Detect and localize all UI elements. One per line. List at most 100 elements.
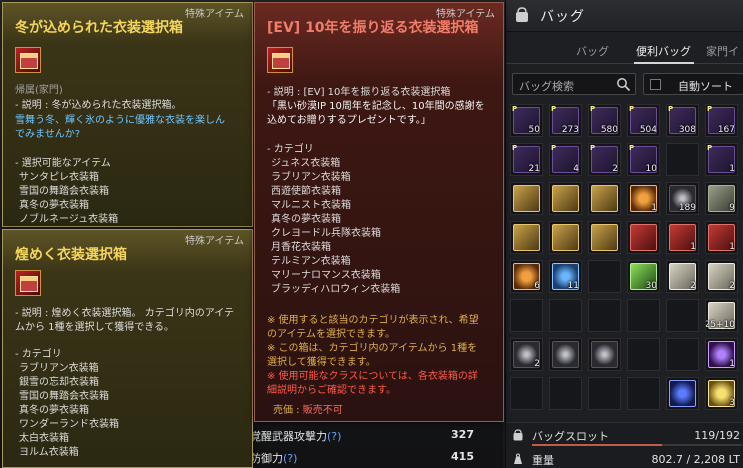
bag-slot[interactable]: P 167 — [705, 104, 738, 137]
bag-slot[interactable]: 2 — [705, 260, 738, 293]
bag-slot[interactable]: 1 — [627, 182, 660, 215]
empty-bag-slot[interactable] — [666, 143, 699, 176]
empty-bag-slot[interactable] — [627, 299, 660, 332]
tooltip-category-item: ブラッディハロウィン衣装箱 — [271, 284, 401, 295]
search-icon[interactable] — [616, 77, 631, 92]
tooltip-category-item: 西遊使節衣装箱 — [271, 186, 341, 197]
empty-bag-slot[interactable] — [588, 260, 621, 293]
empty-bag-slot[interactable] — [666, 299, 699, 332]
empty-bag-slot[interactable] — [510, 299, 543, 332]
item-count: 11 — [567, 281, 579, 291]
bag-slot[interactable]: P 10 — [627, 143, 660, 176]
tooltip-category-item: ラブリアン衣装箱 — [271, 172, 351, 183]
bag-window: バッグ バッグ 便利バッグ 家門イ バッグ検索 自動ソート P 50 P 273 P 58… — [505, 0, 743, 468]
bag-slot[interactable] — [588, 221, 621, 254]
pearl-item-marker: P — [590, 144, 596, 152]
autosort-checkbox[interactable] — [650, 79, 661, 90]
bag-slot-icon — [513, 429, 523, 441]
bag-slot[interactable] — [549, 182, 582, 215]
empty-bag-slot[interactable] — [549, 377, 582, 410]
bag-slot[interactable]: 1 — [705, 221, 738, 254]
bag-slot[interactable]: 25+10 — [705, 299, 738, 332]
bag-slot[interactable] — [510, 182, 543, 215]
bag-search-input[interactable]: バッグ検索 — [512, 73, 636, 95]
autosort-label: 自動ソート — [678, 80, 733, 93]
red-item-icon — [630, 224, 657, 251]
bag-slot[interactable]: 9 — [705, 182, 738, 215]
bag-slot[interactable] — [549, 338, 582, 371]
bag-slot[interactable]: 3 — [705, 377, 738, 410]
item-count: 1 — [729, 242, 735, 252]
awaken-attack-help[interactable]: (?) — [327, 430, 341, 443]
bag-slot[interactable]: 11 — [549, 260, 582, 293]
bag-slot[interactable]: P 21 — [510, 143, 543, 176]
tooltip-category-item: テルミアン衣装箱 — [271, 256, 351, 267]
bag-slot[interactable]: P 580 — [588, 104, 621, 137]
bag-slot[interactable]: 6 — [510, 260, 543, 293]
empty-bag-slot[interactable] — [627, 338, 660, 371]
item-count: 25+10 — [705, 320, 735, 330]
item-count: 1 — [690, 242, 696, 252]
item-count: 1 — [729, 359, 735, 369]
bag-slot[interactable]: 30 — [627, 260, 660, 293]
empty-bag-slot[interactable] — [510, 377, 543, 410]
bag-slot[interactable]: 1 — [666, 221, 699, 254]
item-count: 30 — [645, 281, 657, 291]
bag-slot[interactable] — [666, 377, 699, 410]
tooltip-description-line-1: - 説明 : 煌めく衣装選択箱。 カテゴリ内のアイテ — [15, 308, 234, 319]
empty-bag-slot[interactable] — [627, 377, 660, 410]
bag-slot[interactable]: P1 — [705, 143, 738, 176]
bag-slot[interactable]: P 50 — [510, 104, 543, 137]
gold-item-icon — [552, 185, 579, 212]
empty-bag-slot[interactable] — [666, 338, 699, 371]
tab-convenience-bag[interactable]: 便利バッグ — [636, 43, 691, 59]
bag-slot-bar-fill — [532, 444, 663, 446]
empty-bag-slot[interactable] — [588, 299, 621, 332]
tooltip-category: 特殊アイテム — [185, 9, 244, 20]
tooltip-title: 冬が込められた衣装選択箱 — [15, 20, 183, 36]
bag-slot[interactable] — [627, 221, 660, 254]
bag-slot[interactable] — [549, 221, 582, 254]
tooltip-category-item: 真冬の夢衣装箱 — [19, 405, 89, 416]
sale-price-label: 売価 : — [273, 405, 303, 416]
tooltip-description-line-2: 「黒い砂漠IP 10周年を記念し、10年間の感謝を — [267, 101, 485, 112]
bag-slot[interactable]: 2 — [510, 338, 543, 371]
item-count: 580 — [600, 125, 618, 135]
defense-help[interactable]: (?) — [283, 452, 297, 465]
bag-slot[interactable] — [588, 338, 621, 371]
item-count: 504 — [639, 125, 657, 135]
tooltip-sale-price: 売価 : 販売不可 — [273, 401, 343, 416]
tooltip-category-item: マリーナロマンス衣装箱 — [271, 270, 381, 281]
empty-bag-slot[interactable] — [588, 377, 621, 410]
weight-label: 重量 — [532, 454, 554, 467]
item-count: 50 — [528, 125, 540, 135]
bag-slot[interactable]: 2 — [666, 260, 699, 293]
tooltip-ev-box: 特殊アイテム [EV] 10年を振り返る衣装選択箱 - 説明 : [EV] 10… — [254, 2, 504, 422]
bag-slot[interactable] — [510, 221, 543, 254]
tooltip-category-item: ワンダーランド衣装箱 — [19, 419, 119, 430]
tab-bag[interactable]: バッグ — [576, 43, 609, 59]
tooltip-category: 特殊アイテム — [185, 236, 244, 247]
item-count: 21 — [528, 164, 540, 174]
bag-slot[interactable]: P2 — [588, 143, 621, 176]
bag-slot[interactable]: 1 — [705, 338, 738, 371]
bag-slot[interactable] — [588, 182, 621, 215]
defense-label: 防御力 — [250, 452, 283, 465]
tooltip-choice-item: 真冬の夢衣装箱 — [19, 200, 89, 211]
bag-slot[interactable]: P4 — [549, 143, 582, 176]
dark-item-icon — [552, 341, 579, 368]
bag-slot[interactable]: P 308 — [666, 104, 699, 137]
autosort-toggle[interactable]: 自動ソート — [643, 73, 743, 95]
tooltip-radiant-box: 特殊アイテム 煌めく衣装選択箱 - 説明 : 煌めく衣装選択箱。 カテゴリ内のア… — [2, 229, 253, 468]
bag-slot[interactable]: 189 — [666, 182, 699, 215]
tooltip-description-line-1: - 説明 : [EV] 10年を振り返る衣装選択箱 — [267, 87, 451, 98]
tab-family-inventory[interactable]: 家門イ — [706, 43, 739, 59]
bag-slot[interactable]: P 273 — [549, 104, 582, 137]
bag-slot[interactable]: P 504 — [627, 104, 660, 137]
tooltip-category-item: 月香花衣装箱 — [271, 242, 331, 253]
empty-bag-slot[interactable] — [549, 299, 582, 332]
gold-item-icon — [513, 185, 540, 212]
tooltip-category-item: 雪国の舞踏会衣装箱 — [19, 391, 109, 402]
weight-value: 802.7 / 2,208 LT — [651, 453, 740, 466]
tooltip-title: [EV] 10年を振り返る衣装選択箱 — [267, 20, 479, 36]
